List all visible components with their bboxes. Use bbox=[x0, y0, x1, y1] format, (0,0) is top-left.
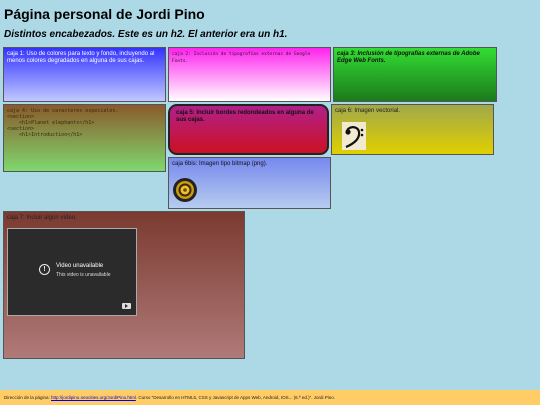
footer-suffix: . Curso "Desarrollo en HTML5, CSS y Java… bbox=[135, 395, 335, 400]
video-title: Video unavailable bbox=[56, 263, 104, 269]
video-player[interactable]: ! Video unavailable This video is unavai… bbox=[7, 228, 137, 316]
footer-prefix: Dirección de la página: bbox=[4, 395, 50, 400]
page-subtitle: Distintos encabezados. Este es un h2. El… bbox=[4, 29, 288, 40]
speaker-icon bbox=[173, 178, 197, 202]
info-icon: ! bbox=[39, 264, 50, 275]
caja-3-text: caja 3: Inclusión de tipografías externa… bbox=[337, 51, 480, 64]
caja-6: caja 6: Imagen vectorial. bbox=[331, 104, 494, 155]
footer: Dirección de la página: http://jordipino… bbox=[0, 390, 540, 405]
caja-4: caja 4: Uso de caracteres especiales. <s… bbox=[3, 104, 166, 172]
caja-5: caja 5: Incluir bordes redondeados en al… bbox=[168, 104, 329, 155]
caja-3: caja 3: Inclusión de tipografías externa… bbox=[333, 47, 497, 102]
footer-link[interactable]: http://jordipino.neocities.org/JordiPino… bbox=[51, 395, 136, 400]
caja-2-text: caja 2: Inclusión de tipografías externa… bbox=[172, 52, 311, 64]
caja-6-text: caja 6: Imagen vectorial. bbox=[335, 108, 401, 114]
caja-1-text: caja 1: Uso de colores para texto y fond… bbox=[7, 51, 155, 64]
caja-4-code: <section> <h1>Planet elephants</h1> <sec… bbox=[7, 114, 95, 138]
caja-1: caja 1: Uso de colores para texto y fond… bbox=[3, 47, 166, 102]
caja-5-text: caja 5: Incluir bordes redondeados en al… bbox=[176, 110, 314, 123]
caja-7-text: caja 7: Incluir algún vídeo. bbox=[7, 215, 77, 221]
youtube-icon[interactable] bbox=[122, 303, 131, 309]
caja-7: caja 7: Incluir algún vídeo. ! Video una… bbox=[3, 211, 245, 359]
video-subtitle: This video is unavailable bbox=[56, 272, 111, 278]
caja-6bis-text: caja 6bis: Imagen tipo bitmap (png). bbox=[172, 161, 268, 167]
caja-2: caja 2: Inclusión de tipografías externa… bbox=[168, 47, 331, 102]
page-title: Página personal de Jordi Pino bbox=[4, 6, 205, 22]
caja-6bis: caja 6bis: Imagen tipo bitmap (png). bbox=[168, 157, 331, 209]
bass-clef-icon bbox=[342, 122, 366, 150]
